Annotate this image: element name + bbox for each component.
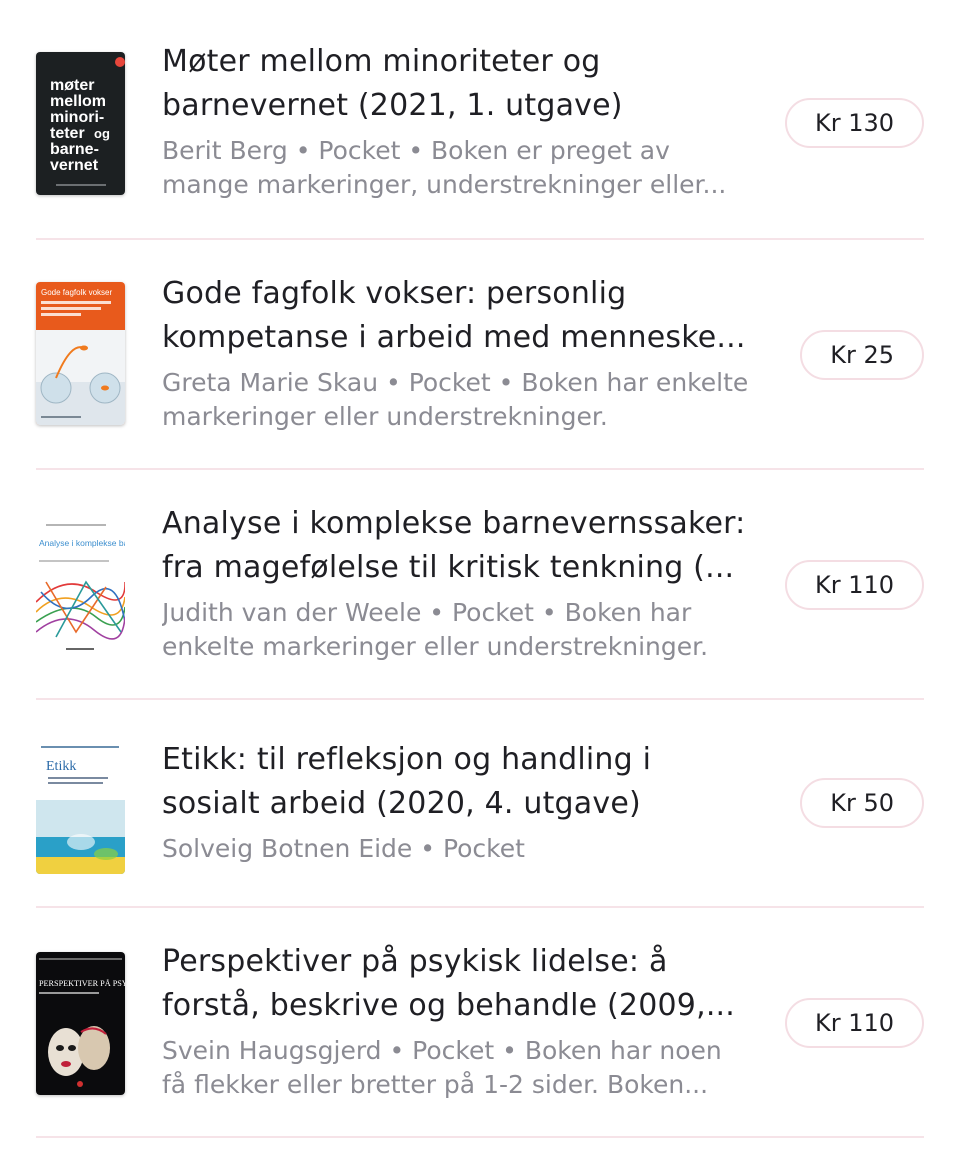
book-cover[interactable]: møter mellom minori- teter og barne- ver… xyxy=(36,52,125,195)
price-button[interactable]: Kr 130 xyxy=(784,98,924,148)
price-button[interactable]: Kr 25 xyxy=(800,330,924,380)
list-item[interactable]: Gode fagfolk vokser Gode fagfolk vokser:… xyxy=(36,240,924,470)
cover-text: møter xyxy=(50,77,94,94)
list-item[interactable]: PERSPEKTIVER PÅ PSYKISK LIDELSE Perspekt… xyxy=(36,908,924,1138)
book-meta: Svein Haugsgjerd • Pocket • Boken har no… xyxy=(162,1036,722,1099)
cover-perspektiver: PERSPEKTIVER PÅ PSYKISK LIDELSE xyxy=(36,952,125,1095)
list-item[interactable]: møter mellom minori- teter og barne- ver… xyxy=(36,0,924,240)
cover-text: Etikk xyxy=(46,759,76,774)
cover-minoriteter: møter mellom minori- teter og barne- ver… xyxy=(36,52,125,195)
book-cover[interactable]: Etikk xyxy=(36,742,125,874)
cover-gode-fagfolk: Gode fagfolk vokser xyxy=(36,282,125,425)
cover-text: Analyse i komplekse barnevernssaker xyxy=(39,538,125,548)
book-cover[interactable]: Analyse i komplekse barnevernssaker xyxy=(36,512,125,655)
cover-etikk: Etikk xyxy=(36,742,125,874)
cover-text: Gode fagfolk vokser xyxy=(41,288,112,297)
book-title[interactable]: Etikk: til refleksjon og handling i sosi… xyxy=(162,738,752,826)
cover-text: vernet xyxy=(50,157,99,174)
price-button[interactable]: Kr 50 xyxy=(800,778,924,828)
list-item[interactable]: Etikk Etikk: til refleksjon og handling … xyxy=(36,700,924,908)
book-meta: Berit Berg • Pocket • Boken er preget av… xyxy=(162,136,727,199)
cover-text: barne- xyxy=(50,141,99,158)
book-list: møter mellom minori- teter og barne- ver… xyxy=(36,0,924,1138)
cover-text: mellom xyxy=(50,93,106,110)
price-button[interactable]: Kr 110 xyxy=(784,998,924,1048)
book-meta: Solveig Botnen Eide • Pocket xyxy=(162,834,525,863)
book-meta: Greta Marie Skau • Pocket • Boken har en… xyxy=(162,368,749,431)
book-meta: Judith van der Weele • Pocket • Boken ha… xyxy=(162,598,709,661)
cover-text: og xyxy=(94,126,110,141)
cover-text: teter xyxy=(50,125,85,142)
book-title[interactable]: Gode fagfolk vokser: personlig kompetans… xyxy=(162,272,752,360)
price-button[interactable]: Kr 110 xyxy=(784,560,924,610)
book-title[interactable]: Analyse i komplekse barnevernssaker: fra… xyxy=(162,502,752,590)
book-cover[interactable]: Gode fagfolk vokser xyxy=(36,282,125,425)
book-cover[interactable]: PERSPEKTIVER PÅ PSYKISK LIDELSE xyxy=(36,952,125,1095)
book-title[interactable]: Møter mellom minoriteter og barnevernet … xyxy=(162,40,752,128)
cover-analyse: Analyse i komplekse barnevernssaker xyxy=(36,512,125,655)
cover-text: PERSPEKTIVER PÅ PSYKISK LIDELSE xyxy=(39,979,125,988)
cover-text: minori- xyxy=(50,109,104,126)
list-item[interactable]: Analyse i komplekse barnevernssaker Anal… xyxy=(36,470,924,700)
book-title[interactable]: Perspektiver på psykisk lidelse: å forst… xyxy=(162,940,752,1028)
